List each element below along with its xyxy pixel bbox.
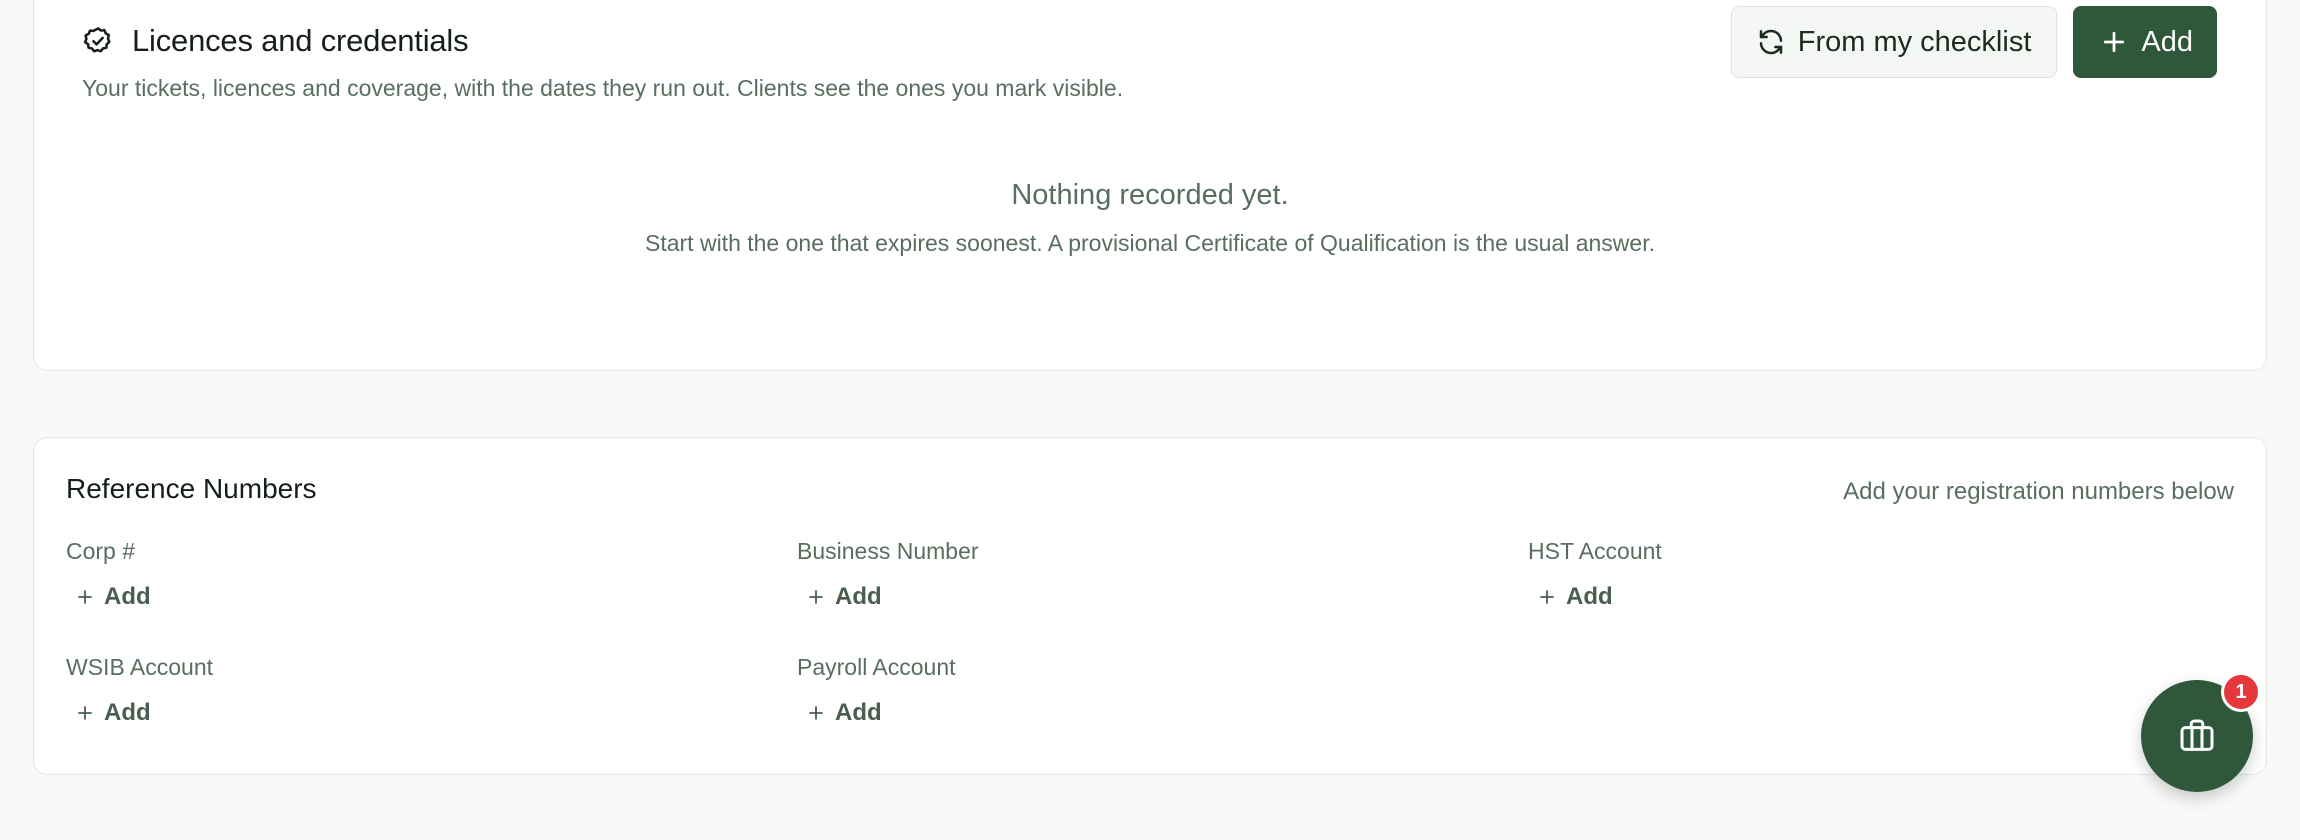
- field-business-number: Business Number Add: [797, 538, 1397, 611]
- field-hst-account: HST Account Add: [1528, 538, 2128, 611]
- plus-icon: [807, 704, 825, 722]
- briefcase-icon: [2177, 716, 2217, 756]
- field-label: HST Account: [1528, 538, 1662, 564]
- field-label: WSIB Account: [66, 654, 214, 680]
- field-corp-number: Corp # Add: [66, 538, 666, 611]
- add-licence-label: Add: [2141, 25, 2193, 58]
- add-label: Add: [835, 699, 882, 726]
- notification-badge: 1: [2221, 672, 2261, 712]
- field-wsib-account: WSIB Account Add: [66, 654, 666, 727]
- add-label: Add: [104, 583, 151, 610]
- add-corp-number-button[interactable]: Add: [76, 583, 151, 611]
- reference-numbers-title: Reference Numbers: [66, 473, 317, 504]
- licences-title: Licences and credentials: [132, 23, 469, 58]
- licences-actions: From my checklist Add: [1730, 6, 2217, 78]
- add-hst-account-button[interactable]: Add: [1538, 583, 1613, 611]
- add-label: Add: [104, 699, 151, 726]
- licences-empty-state: Nothing recorded yet. Start with the one…: [34, 179, 2266, 257]
- badge-check-icon: [82, 25, 114, 57]
- licences-card: Licences and credentials Your tickets, l…: [33, 0, 2267, 371]
- field-label: Business Number: [797, 538, 979, 564]
- reference-numbers-hint: Add your registration numbers below: [1843, 478, 2234, 505]
- plus-icon: [1538, 588, 1556, 606]
- add-wsib-account-button[interactable]: Add: [76, 699, 151, 727]
- refresh-icon: [1756, 27, 1786, 57]
- licences-description: Your tickets, licences and coverage, wit…: [82, 75, 1124, 101]
- reference-numbers-card: Reference Numbers Add your registration …: [33, 437, 2267, 775]
- add-business-number-button[interactable]: Add: [807, 583, 882, 611]
- field-payroll-account: Payroll Account Add: [797, 654, 1397, 727]
- licences-header: Licences and credentials: [82, 23, 469, 59]
- empty-state-subtitle: Start with the one that expires soonest.…: [645, 230, 1655, 256]
- field-label: Payroll Account: [797, 654, 956, 680]
- add-payroll-account-button[interactable]: Add: [807, 699, 882, 727]
- empty-state-title: Nothing recorded yet.: [1011, 179, 1289, 211]
- plus-icon: [2099, 27, 2129, 57]
- add-label: Add: [1566, 583, 1613, 610]
- field-label: Corp #: [66, 538, 136, 564]
- add-licence-button[interactable]: Add: [2073, 6, 2217, 78]
- add-label: Add: [835, 583, 882, 610]
- from-checklist-label: From my checklist: [1797, 25, 2032, 58]
- from-checklist-button[interactable]: From my checklist: [1730, 6, 2058, 78]
- plus-icon: [76, 588, 94, 606]
- plus-icon: [807, 588, 825, 606]
- plus-icon: [76, 704, 94, 722]
